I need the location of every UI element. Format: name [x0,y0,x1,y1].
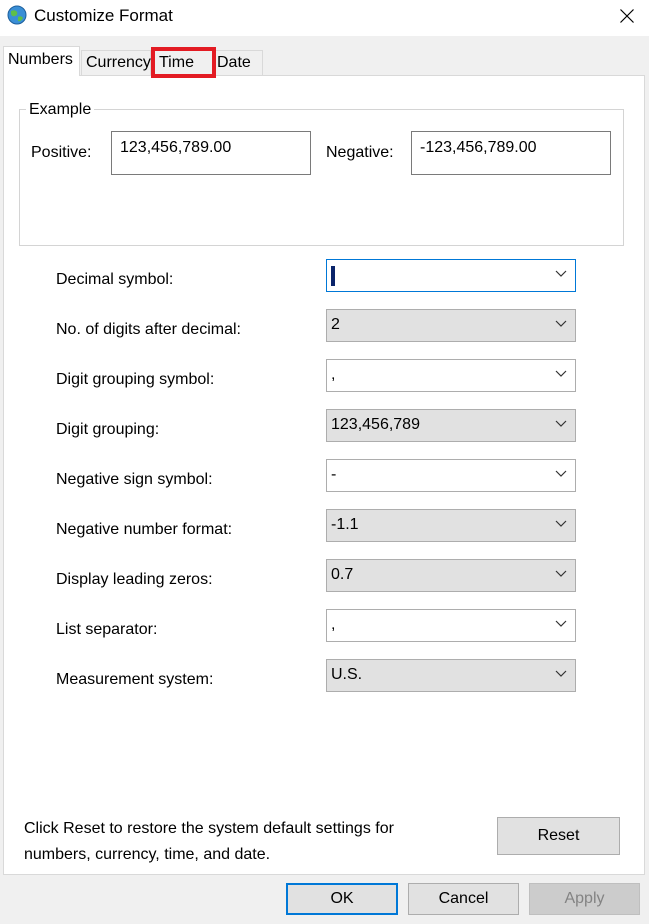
list-separator-label: List separator: [56,621,158,638]
tab-date[interactable]: Date [212,50,263,75]
measurement-system-value: U.S. [331,666,363,683]
close-button[interactable] [604,0,649,32]
negative-number-format-combo[interactable]: -1.1 [326,509,576,542]
display-leading-zeros-label: Display leading zeros: [56,571,213,588]
negative-sign-symbol-label: Negative sign symbol: [56,471,213,488]
positive-example-box: 123,456,789.00 [111,131,311,175]
display-leading-zeros-combo[interactable]: 0.7 [326,559,576,592]
tab-numbers[interactable]: Numbers [3,46,80,76]
title-bar: Customize Format [0,0,649,36]
example-group [19,109,624,246]
measurement-system-label: Measurement system: [56,671,214,688]
negative-example-box: -123,456,789.00 [411,131,611,175]
measurement-system-combo[interactable]: U.S. [326,659,576,692]
digit-grouping-symbol-combo[interactable]: , [326,359,576,392]
digit-grouping-symbol-value: , [331,366,336,383]
close-icon [619,9,634,23]
negative-number-format-label: Negative number format: [56,521,233,538]
window-title: Customize Format [34,6,173,25]
decimal-symbol-label: Decimal symbol: [56,271,174,288]
tab-time[interactable]: Time [151,47,216,78]
negative-sign-symbol-combo[interactable]: - [326,459,576,492]
chevron-down-icon [555,320,567,327]
chevron-down-icon [555,670,567,677]
digits-after-decimal-combo[interactable]: 2 [326,309,576,342]
ok-button[interactable]: OK [286,883,398,915]
list-separator-value: , [331,616,336,633]
negative-number-format-value: -1.1 [331,516,359,533]
list-separator-combo[interactable]: , [326,609,576,642]
negative-sign-symbol-value: - [331,466,337,483]
digit-grouping-value: 123,456,789 [331,416,420,433]
globe-icon [7,5,27,25]
chevron-down-icon [555,270,567,277]
digits-after-decimal-value: 2 [331,316,340,333]
text-caret [331,266,335,286]
positive-label: Positive: [31,144,92,161]
reset-note: Click Reset to restore the system defaul… [24,820,394,863]
negative-label: Negative: [326,144,394,161]
digit-grouping-combo[interactable]: 123,456,789 [326,409,576,442]
chevron-down-icon [555,620,567,627]
reset-button[interactable]: Reset [497,817,620,855]
cancel-button[interactable]: Cancel [408,883,519,915]
chevron-down-icon [555,370,567,377]
digit-grouping-label: Digit grouping: [56,421,160,438]
decimal-symbol-combo[interactable] [326,259,576,292]
digits-after-decimal-label: No. of digits after decimal: [56,321,241,338]
chevron-down-icon [555,520,567,527]
digit-grouping-symbol-label: Digit grouping symbol: [56,371,215,388]
tab-currency[interactable]: Currency [81,50,151,75]
example-group-label: Example [26,101,95,119]
chevron-down-icon [555,470,567,477]
display-leading-zeros-value: 0.7 [331,566,354,583]
apply-button[interactable]: Apply [529,883,640,915]
chevron-down-icon [555,570,567,577]
chevron-down-icon [555,420,567,427]
